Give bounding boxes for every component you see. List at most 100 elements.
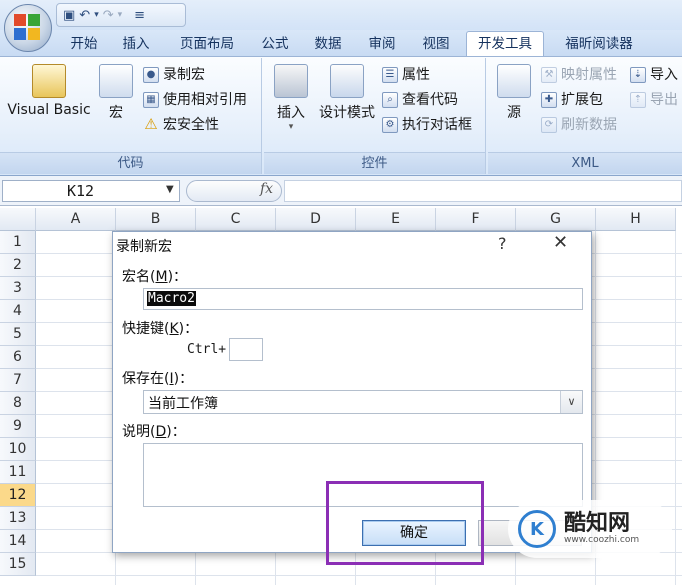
row-header-13[interactable]: 13 — [0, 507, 36, 530]
export-icon: ⇡ — [630, 92, 646, 108]
relative-references-icon: ▦ — [143, 92, 159, 108]
xml-import-button[interactable]: ⇣ 导入 — [630, 64, 678, 86]
customize-qat-icon[interactable]: ≡ — [134, 8, 145, 23]
column-header-g[interactable]: G — [516, 208, 596, 231]
undo-dropdown-icon[interactable]: ▾ — [94, 10, 99, 20]
record-macro-button[interactable]: ● 录制宏 — [143, 64, 205, 86]
shortcut-key-input[interactable] — [229, 338, 263, 361]
visual-basic-button[interactable]: Visual Basic — [6, 64, 92, 118]
properties-icon: ☰ — [382, 67, 398, 83]
expansion-packs-button[interactable]: ✚ 扩展包 — [541, 89, 603, 111]
row-header-4[interactable]: 4 — [0, 300, 36, 323]
row-header-9[interactable]: 9 — [0, 415, 36, 438]
column-header-b[interactable]: B — [116, 208, 196, 231]
store-macro-in-select[interactable]: 当前工作簿 — [143, 390, 583, 414]
watermark: K 酷知网 www.coozhi.com — [508, 500, 672, 558]
insert-control-button[interactable]: 插入 ▾ — [270, 64, 312, 132]
save-icon[interactable]: ▣ — [63, 8, 75, 23]
row-header-2[interactable]: 2 — [0, 254, 36, 277]
run-dialog-icon: ⚙ — [382, 117, 398, 133]
close-icon[interactable]: ✕ — [553, 232, 568, 253]
redo-icon[interactable]: ↷ — [103, 8, 114, 23]
office-button[interactable] — [4, 4, 52, 52]
description-label: 说明(D)： — [122, 424, 186, 440]
tab-formulas[interactable]: 公式 — [254, 33, 296, 56]
tab-insert[interactable]: 插入 — [114, 33, 158, 56]
row-header-8[interactable]: 8 — [0, 392, 36, 415]
formula-input[interactable] — [284, 180, 682, 202]
column-header-d[interactable]: D — [276, 208, 356, 231]
row-header-6[interactable]: 6 — [0, 346, 36, 369]
tab-review[interactable]: 审阅 — [360, 33, 404, 56]
column-header-f[interactable]: F — [436, 208, 516, 231]
row-header-11[interactable]: 11 — [0, 461, 36, 484]
group-label-code: 代码 — [0, 152, 261, 174]
row-header-14[interactable]: 14 — [0, 530, 36, 553]
refresh-icon: ⟳ — [541, 117, 557, 133]
column-header-a[interactable]: A — [36, 208, 116, 231]
macro-security-button[interactable]: ⚠ 宏安全性 — [143, 114, 219, 136]
macros-button[interactable]: 宏 — [96, 64, 136, 122]
expansion-packs-icon: ✚ — [541, 92, 557, 108]
row-header-5[interactable]: 5 — [0, 323, 36, 346]
design-mode-button[interactable]: 设计模式 — [316, 64, 378, 122]
store-macro-in-label: 保存在(I)： — [122, 371, 194, 387]
row-header-10[interactable]: 10 — [0, 438, 36, 461]
tab-home[interactable]: 开始 — [64, 33, 104, 56]
view-code-icon: ⌕ — [382, 92, 398, 108]
watermark-url: www.coozhi.com — [564, 535, 640, 545]
watermark-name: 酷知网 — [564, 511, 631, 536]
tab-developer[interactable]: 开发工具 — [466, 31, 544, 56]
column-header-h[interactable]: H — [596, 208, 676, 231]
xml-source-icon — [497, 64, 531, 98]
tab-page-layout[interactable]: 页面布局 — [170, 33, 244, 56]
help-icon[interactable]: ? — [498, 234, 507, 253]
tab-data[interactable]: 数据 — [306, 33, 350, 56]
column-header-e[interactable]: E — [356, 208, 436, 231]
shortcut-key-label: 快捷键(K)： — [122, 321, 199, 337]
relative-references-button[interactable]: ▦ 使用相对引用 — [143, 89, 247, 111]
toolbox-icon — [274, 64, 308, 98]
insert-dropdown-icon: ▾ — [288, 122, 294, 132]
gridline-vertical — [675, 231, 676, 585]
row-header-3[interactable]: 3 — [0, 277, 36, 300]
run-dialog-button[interactable]: ⚙ 执行对话框 — [382, 114, 472, 136]
chevron-down-icon[interactable]: ∨ — [560, 391, 582, 413]
gridline-horizontal — [36, 575, 682, 576]
row-header-15[interactable]: 15 — [0, 553, 36, 576]
insert-function-icon[interactable]: fx — [260, 181, 273, 197]
macro-name-label: 宏名(M)： — [122, 269, 188, 285]
visual-basic-icon — [32, 64, 66, 98]
row-header-7[interactable]: 7 — [0, 369, 36, 392]
redo-dropdown-icon[interactable]: ▾ — [118, 10, 123, 20]
coozhi-logo-icon: K — [518, 510, 556, 548]
row-header-12[interactable]: 12 — [0, 484, 36, 507]
group-label-controls: 控件 — [264, 152, 485, 174]
ctrl-prefix-label: Ctrl+ — [187, 342, 227, 357]
map-properties-icon: ⚒ — [541, 67, 557, 83]
column-header-c[interactable]: C — [196, 208, 276, 231]
tab-foxit-reader[interactable]: 福昕阅读器 — [554, 33, 644, 56]
name-box[interactable]: K12 — [2, 180, 180, 202]
design-mode-icon — [330, 64, 364, 98]
group-label-xml: XML — [488, 152, 682, 174]
properties-button[interactable]: ☰ 属性 — [382, 64, 430, 86]
import-icon: ⇣ — [630, 67, 646, 83]
select-all-corner[interactable] — [0, 208, 36, 231]
undo-icon[interactable]: ↶ — [79, 8, 90, 23]
xml-source-button[interactable]: 源 — [494, 64, 534, 122]
macro-name-input[interactable]: Macro2 — [143, 288, 583, 310]
refresh-data-button[interactable]: ⟳ 刷新数据 — [541, 114, 617, 136]
tab-view[interactable]: 视图 — [414, 33, 458, 56]
row-header-1[interactable]: 1 — [0, 231, 36, 254]
map-properties-button[interactable]: ⚒ 映射属性 — [541, 64, 617, 86]
warning-icon: ⚠ — [144, 115, 158, 133]
annotation-highlight-box — [326, 481, 484, 565]
name-box-dropdown-icon[interactable]: ▼ — [166, 184, 174, 195]
view-code-button[interactable]: ⌕ 查看代码 — [382, 89, 458, 111]
xml-export-button[interactable]: ⇡ 导出 — [630, 89, 678, 111]
office-logo-icon — [14, 14, 42, 42]
dialog-title: 录制新宏 — [116, 239, 172, 255]
macros-icon — [99, 64, 133, 98]
record-macro-icon: ● — [143, 67, 159, 83]
